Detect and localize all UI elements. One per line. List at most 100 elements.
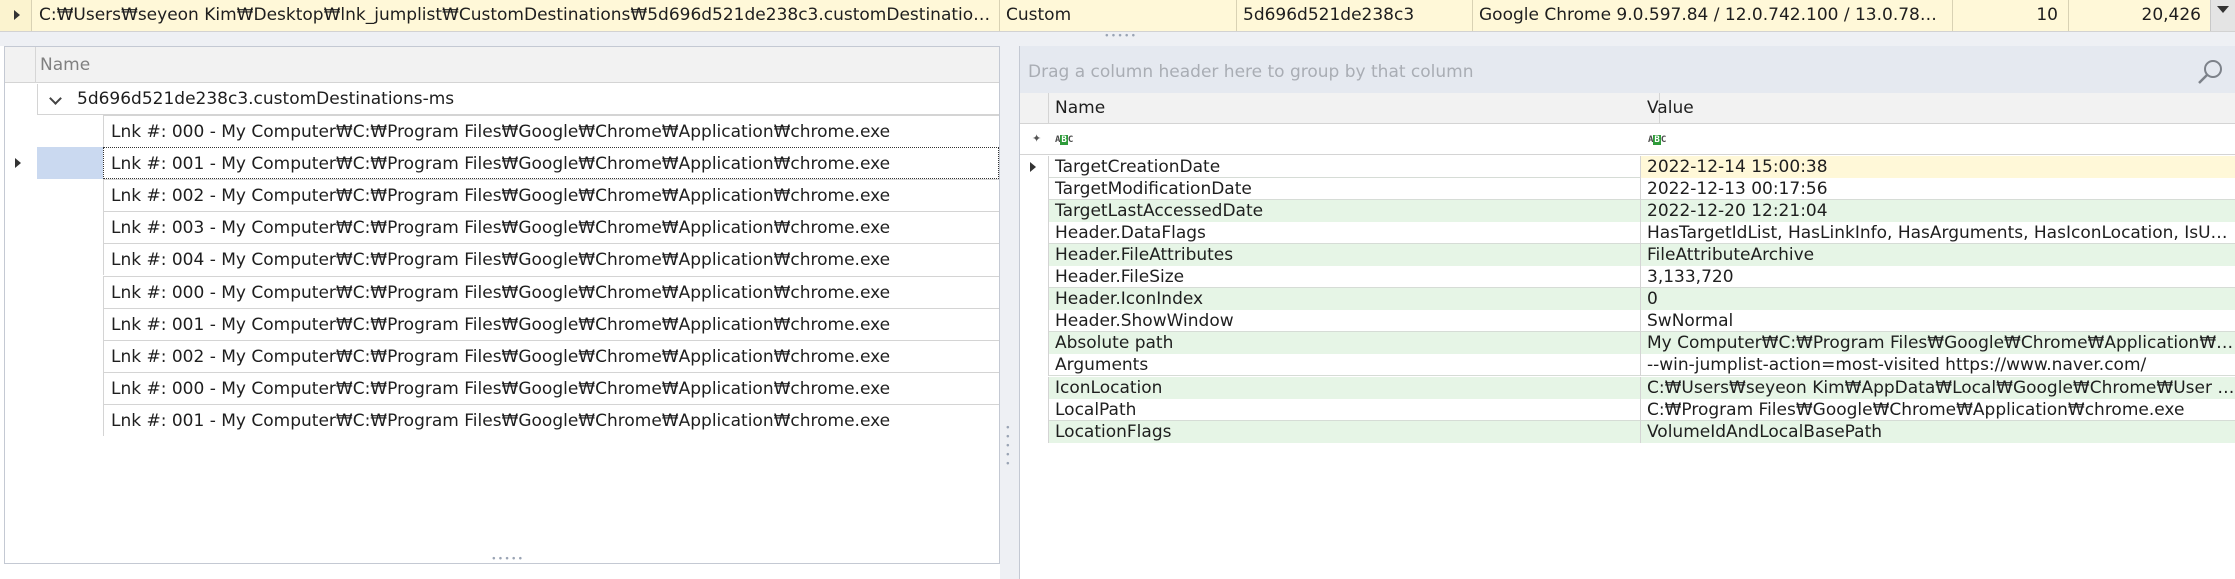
tree-item-indent [37, 179, 103, 211]
row-indicator [1020, 354, 1048, 376]
property-value[interactable]: 2022-12-13 00:17:56 [1641, 178, 2235, 200]
tree-line [37, 84, 38, 115]
property-name: TargetLastAccessedDate [1048, 200, 1641, 222]
tree-item[interactable]: Lnk #: 001 - My Computer₩C:₩Program File… [103, 147, 999, 179]
tree-item-indent [37, 372, 103, 404]
filter-value-condition-icon[interactable]: ABC [1648, 134, 1666, 146]
tree-item-indent [37, 147, 103, 179]
property-row[interactable]: TargetCreationDate 2022-12-14 15:00:38 [1020, 156, 2235, 178]
property-value[interactable]: 0 [1641, 288, 2235, 310]
property-row[interactable]: Arguments --win-jumplist-action=most-visi… [1020, 354, 2235, 376]
chevron-down-icon [2217, 6, 2229, 13]
property-row[interactable]: Header.ShowWindow SwNormal [1020, 310, 2235, 332]
property-value[interactable]: 2022-12-14 15:00:38 [1641, 156, 2235, 178]
row-indicator [1020, 178, 1048, 200]
filter-name-condition-icon[interactable]: ABC [1055, 134, 1073, 146]
group-by-hint: Drag a column header here to group by th… [1028, 62, 1474, 82]
property-value[interactable]: FileAttributeArchive [1641, 244, 2235, 266]
name-column-label: Name [40, 55, 91, 75]
triangle-right-icon [1030, 162, 1036, 172]
group-by-panel[interactable]: Drag a column header here to group by th… [1020, 46, 2235, 93]
property-value[interactable]: VolumeIdAndLocalBasePath [1641, 421, 2235, 443]
row-indicator [1020, 332, 1048, 354]
auto-filter-row[interactable]: ✦ ABC ABC [1020, 124, 2235, 155]
property-row[interactable]: Header.IconIndex 0 [1020, 288, 2235, 310]
property-row[interactable]: TargetLastAccessedDate 2022-12-20 12:21:0… [1020, 200, 2235, 222]
horizontal-splitter[interactable]: ∙∙∙∙∙ [0, 32, 2235, 46]
property-row[interactable]: LocationFlags VolumeIdAndLocalBasePath [1020, 421, 2235, 443]
property-value[interactable]: 3,133,720 [1641, 266, 2235, 288]
property-row[interactable]: LocalPath C:₩Program Files₩Google₩Chrome₩… [1020, 399, 2235, 421]
name-column-header[interactable]: Name [1048, 93, 1660, 124]
entry-count-cell[interactable]: 10 [1953, 0, 2069, 31]
value-column-header[interactable]: Value [1641, 93, 2235, 124]
property-name: TargetModificationDate [1048, 178, 1641, 200]
row-dropdown-button[interactable] [2210, 0, 2235, 31]
tree-item[interactable]: Lnk #: 002 - My Computer₩C:₩Program File… [103, 179, 999, 211]
row-indicator [1020, 377, 1048, 399]
search-icon[interactable] [2195, 57, 2225, 87]
property-row[interactable]: Header.FileAttributes FileAttributeArchiv… [1020, 244, 2235, 266]
property-name: Absolute path [1048, 332, 1641, 354]
row-indicator [1020, 288, 1048, 310]
tree-item[interactable]: Lnk #: 000 - My Computer₩C:₩Program File… [103, 115, 999, 147]
tree-item-indent [37, 115, 103, 147]
tree-item[interactable]: Lnk #: 003 - My Computer₩C:₩Program File… [103, 211, 999, 243]
row-indicator [1020, 222, 1048, 244]
row-indicator [1020, 244, 1048, 266]
row-indicator [1020, 266, 1048, 288]
property-row[interactable]: Header.DataFlags HasTargetIdList, HasLink… [1020, 222, 2235, 244]
source-file-cell[interactable]: C:₩Users₩seyeon Kim₩Desktop₩lnk_jumplist… [32, 0, 1000, 31]
size-cell[interactable]: 20,426 [2069, 0, 2211, 31]
property-row[interactable]: IconLocation C:₩Users₩seyeon Kim₩AppData₩… [1020, 377, 2235, 399]
app-description-cell[interactable]: Google Chrome 9.0.597.84 / 12.0.742.100 … [1473, 0, 1953, 31]
tree-item[interactable]: Lnk #: 000 - My Computer₩C:₩Program File… [103, 372, 999, 404]
row-indicator [1020, 156, 1048, 178]
row-indicator [5, 147, 36, 179]
tree-item-indent [37, 243, 103, 275]
tree-item[interactable]: Lnk #: 000 - My Computer₩C:₩Program File… [103, 276, 999, 308]
tree-item[interactable]: Lnk #: 001 - My Computer₩C:₩Program File… [103, 404, 999, 436]
property-row[interactable]: TargetModificationDate 2022-12-13 00:17:5… [1020, 178, 2235, 200]
row-indicator [0, 0, 32, 31]
splitter-grip: ∙∙∙∙∙ [1104, 31, 1138, 41]
property-name: Header.ShowWindow [1048, 310, 1641, 332]
row-indicator [1020, 399, 1048, 421]
property-value[interactable]: C:₩Program Files₩Google₩Chrome₩Applicati… [1641, 399, 2235, 421]
lnk-tree-panel: Name 5d696d521de238c3.customDestinations… [4, 46, 1000, 564]
row-indicator [1020, 200, 1048, 222]
property-row[interactable]: Header.FileSize 3,133,720 [1020, 266, 2235, 288]
property-value[interactable]: HasTargetIdList, HasLinkInfo, HasArgumen… [1641, 222, 2235, 244]
property-name: LocationFlags [1048, 421, 1641, 443]
app-id-cell[interactable]: 5d696d521de238c3 [1237, 0, 1473, 31]
tree-item-indent [37, 404, 103, 436]
property-value[interactable]: SwNormal [1641, 310, 2235, 332]
property-grid-panel: Drag a column header here to group by th… [1019, 46, 2235, 579]
chevron-down-icon[interactable] [49, 92, 62, 105]
tree-item[interactable]: Lnk #: 001 - My Computer₩C:₩Program File… [103, 308, 999, 340]
property-value[interactable]: C:₩Users₩seyeon Kim₩AppData₩Local₩Google… [1641, 377, 2235, 399]
tree-item[interactable]: Lnk #: 004 - My Computer₩C:₩Program File… [103, 243, 999, 275]
tree-root-node[interactable]: 5d696d521de238c3.customDestinations-ms [37, 84, 999, 115]
property-name: Header.DataFlags [1048, 222, 1641, 244]
triangle-right-icon [15, 158, 21, 168]
vertical-splitter[interactable]: ∙∙∙∙∙ [1000, 46, 1019, 579]
tree-item[interactable]: Lnk #: 002 - My Computer₩C:₩Program File… [103, 340, 999, 372]
tree-column-header[interactable]: Name [5, 47, 999, 83]
jumplist-row-selected[interactable]: C:₩Users₩seyeon Kim₩Desktop₩lnk_jumplist… [0, 0, 2235, 32]
type-cell[interactable]: Custom [1000, 0, 1237, 31]
property-name: Header.FileAttributes [1048, 244, 1641, 266]
property-row[interactable]: Absolute path My Computer₩C:₩Program File… [1020, 332, 2235, 354]
property-name: TargetCreationDate [1048, 156, 1641, 178]
property-name: LocalPath [1048, 399, 1641, 421]
tree-item-indent [37, 308, 103, 340]
property-value[interactable]: --win-jumplist-action=most-visited https… [1641, 354, 2235, 376]
row-indicator [1020, 421, 1048, 443]
property-value[interactable]: My Computer₩C:₩Program Files₩Google₩Chro… [1641, 332, 2235, 354]
grid-header: Name Value [1020, 93, 2235, 124]
tree-item-indent [37, 276, 103, 308]
property-value[interactable]: 2022-12-20 12:21:04 [1641, 200, 2235, 222]
property-name: IconLocation [1048, 377, 1641, 399]
property-name: Header.IconIndex [1048, 288, 1641, 310]
splitter-grip: ∙∙∙∙∙ [491, 554, 525, 564]
